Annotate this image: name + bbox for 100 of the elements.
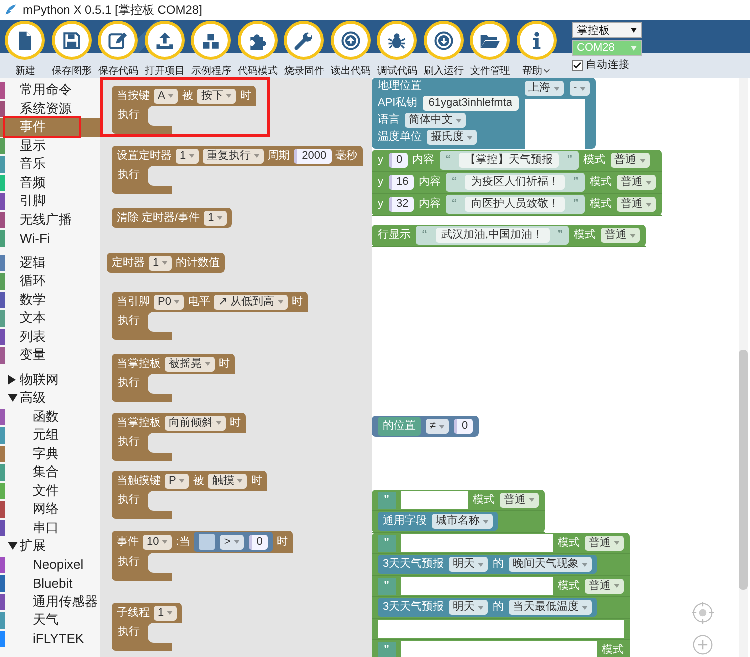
block-dropdown[interactable]: 1	[204, 210, 228, 226]
category-item[interactable]: 无线广播	[0, 210, 100, 229]
block-dropdown[interactable]: 1	[149, 256, 172, 270]
category-item[interactable]: 集合	[0, 463, 100, 482]
board-select[interactable]: 掌控板	[572, 22, 642, 38]
block-dropdown[interactable]: ↗ 从低到高	[214, 294, 288, 310]
empty-input-field[interactable]	[400, 577, 553, 595]
block-dropdown[interactable]: 普通	[616, 197, 656, 212]
block-dropdown[interactable]: >	[220, 534, 244, 550]
code-block[interactable]: 定时器 1 的计数值	[107, 253, 226, 273]
code-block[interactable]: 当触摸键 P 被 触摸 时 执行	[112, 471, 268, 519]
caret-icon	[554, 86, 560, 90]
text-field[interactable]: 【掌控】天气预报	[459, 153, 560, 168]
category-item[interactable]: 音频	[0, 174, 100, 192]
block-dropdown[interactable]: 普通	[585, 578, 624, 594]
category-item[interactable]: 音乐	[0, 155, 100, 174]
code-block[interactable]: 当引脚 P0 电平 ↗ 从低到高 时 执行	[112, 292, 308, 340]
block-dropdown[interactable]: 摄氏度	[427, 130, 477, 145]
code-block[interactable]: 地理位置 API私钥 61ygat3inhlefmta 语言 简体中文 温度单位 摄氏度 上海 -	[372, 78, 596, 149]
block-dropdown[interactable]: 重复执行	[203, 148, 264, 164]
code-block[interactable]: ” 模式 普通 3天天气预报 明天 的 晚间天气现象 ” 模式 普通 3天天气预报 明天 的 当天最低温度 ” 模式	[372, 533, 630, 657]
text-field[interactable]: 为疫区人们祈福！	[465, 175, 566, 190]
block-dropdown[interactable]: 普通	[585, 536, 624, 550]
block-dropdown[interactable]: -	[570, 81, 590, 96]
block-dropdown[interactable]: 10	[143, 534, 172, 550]
block-dropdown[interactable]: ≠	[426, 419, 450, 434]
number-field[interactable]: 32	[388, 197, 414, 212]
category-item[interactable]: 文件	[0, 482, 100, 500]
category-item[interactable]: 常用命令	[0, 81, 100, 100]
block-dropdown[interactable]: 城市名称	[432, 514, 493, 529]
number-field[interactable]: 0	[248, 534, 268, 550]
text-field[interactable]: 向医护人员致敬！	[465, 197, 566, 212]
number-field[interactable]: 0	[454, 419, 474, 434]
block-dropdown[interactable]: 向前倾斜	[165, 416, 226, 430]
block-dropdown[interactable]: 晚间天气现象	[509, 557, 592, 572]
category-item[interactable]: 文本	[0, 309, 100, 328]
category-item[interactable]: 变量	[0, 346, 100, 364]
category-item[interactable]: 列表	[0, 328, 100, 346]
expand-arrow-icon	[8, 374, 16, 385]
category-item[interactable]: Wi-Fi	[0, 229, 100, 248]
category-item[interactable]: 天气	[0, 611, 100, 630]
block-dropdown[interactable]: 1	[154, 606, 178, 620]
code-block[interactable]: 事件 10 :当 > 0 时 执行	[112, 531, 293, 581]
text-field[interactable]: 武汉加油,中国加油！	[436, 228, 550, 243]
code-block[interactable]: 的位置 ≠ 0	[372, 416, 480, 437]
category-item[interactable]: Bluebit	[0, 574, 100, 592]
block-dropdown[interactable]: 被摇晃	[165, 356, 215, 372]
category-item[interactable]: 物联网	[0, 370, 100, 389]
block-dropdown[interactable]: 普通	[500, 492, 539, 508]
block-dropdown[interactable]: 当天最低温度	[509, 600, 592, 615]
block-dropdown[interactable]: 明天	[449, 557, 488, 572]
block-dropdown[interactable]: 上海	[524, 81, 564, 96]
code-block[interactable]: ” 模式 普通 通用字段 城市名称	[372, 490, 545, 533]
block-dropdown[interactable]: 普通	[601, 228, 640, 243]
block-dropdown[interactable]: 触摸	[208, 474, 248, 488]
category-item[interactable]: 事件	[0, 118, 100, 136]
empty-input-field[interactable]	[400, 534, 553, 552]
number-field[interactable]: 2000	[294, 148, 332, 164]
code-block[interactable]: 清除 定时器/事件 1	[112, 208, 232, 228]
category-item[interactable]: iFLYTEK	[0, 630, 100, 648]
number-field[interactable]: 0	[388, 153, 408, 168]
block-dropdown[interactable]: 1	[176, 148, 200, 164]
category-item[interactable]: Neopixel	[0, 556, 100, 574]
category-item[interactable]: 系统资源	[0, 100, 100, 118]
empty-input-field[interactable]	[378, 620, 624, 638]
block-dropdown[interactable]: P	[165, 474, 190, 488]
code-block[interactable]: 行显示 “ 武汉加油,中国加油！ ” 模式 普通	[372, 225, 646, 247]
block-dropdown[interactable]: 按下	[197, 88, 236, 104]
category-item[interactable]: 函数	[0, 408, 100, 426]
category-item[interactable]: 网络	[0, 500, 100, 518]
block-dropdown[interactable]: 简体中文	[405, 113, 466, 128]
number-field[interactable]: 16	[388, 175, 414, 190]
code-block[interactable]: 当按键 A 被 按下 时 执行	[112, 86, 256, 134]
plus-circle-icon[interactable]	[692, 634, 714, 656]
checkbox[interactable]	[572, 60, 583, 70]
block-dropdown[interactable]: P0	[154, 294, 184, 310]
category-item[interactable]: 逻辑	[0, 254, 100, 272]
crosshair-icon[interactable]	[692, 602, 714, 624]
category-item[interactable]: 元组	[0, 426, 100, 444]
block-dropdown[interactable]: A	[154, 88, 178, 104]
code-block[interactable]: y 0 内容 “ 【掌控】天气预报 ” 模式 普通 y 16 内容 “ 为疫区人们祈福！ ” 模式 普通 y 32 内容 “ 向医护人员致敬！ ” 模式 普通	[372, 150, 662, 216]
empty-input-field[interactable]	[400, 641, 597, 657]
category-item[interactable]: 循环	[0, 272, 100, 290]
code-block[interactable]: 设置定时器 1 重复执行 周期 2000 毫秒 执行	[112, 146, 363, 194]
scrollbar-thumb[interactable]	[739, 350, 748, 590]
empty-input-field[interactable]	[400, 491, 468, 509]
category-item[interactable]: 字典	[0, 444, 100, 463]
category-item[interactable]: 通用传感器	[0, 592, 100, 611]
block-label: 时	[251, 474, 262, 488]
category-item[interactable]: 引脚	[0, 192, 100, 210]
block-dropdown[interactable]: 普通	[610, 153, 650, 168]
text-field[interactable]: 61ygat3inhlefmta	[422, 96, 519, 111]
code-block[interactable]: 子线程 1 执行	[112, 603, 182, 651]
code-block[interactable]: 当掌控板 被摇晃 时 执行	[112, 354, 235, 402]
code-block[interactable]: 当掌控板 向前倾斜 时 执行	[112, 413, 246, 461]
category-item[interactable]: 显示	[0, 136, 100, 155]
category-item[interactable]: 数学	[0, 290, 100, 309]
block-dropdown[interactable]: 普通	[616, 175, 656, 190]
category-item[interactable]: 串口	[0, 518, 100, 537]
block-dropdown[interactable]: 明天	[449, 600, 488, 615]
